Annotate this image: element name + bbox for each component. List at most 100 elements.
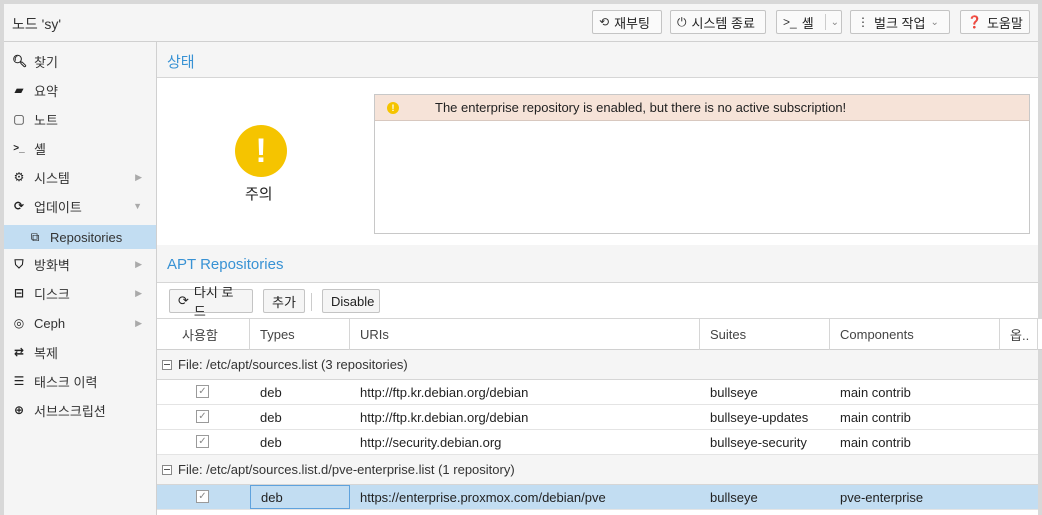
reload-button[interactable]: ⟳ 다시 로드 (169, 285, 253, 319)
collapse-icon[interactable] (162, 464, 172, 475)
main-content: 상태 ! 주의 ! The enterprise repository is e… (157, 42, 1042, 515)
refresh-icon: ⟳ (13, 199, 25, 213)
sidebar-item-ceph[interactable]: ◎ Ceph ▶ (4, 311, 156, 335)
chevron-right-icon: ▶ (135, 171, 142, 182)
sidebar-item-notes[interactable]: ▢ 노트 (4, 107, 156, 131)
shutdown-label: 시스템 종료 (691, 15, 755, 31)
sidebar-item-replication[interactable]: ⇄ 복제 (4, 340, 156, 364)
group-header[interactable]: File: /etc/apt/sources.list.d/pve-enterp… (157, 455, 1038, 485)
retweet-icon: ⇄ (13, 345, 25, 359)
sidebar-item-firewall[interactable]: ⛉ 방화벽 ▶ (4, 252, 156, 276)
hdd-icon: ⊟ (13, 286, 25, 300)
suite-cell: bullseye (710, 489, 758, 505)
reboot-button[interactable]: ⟲ 재부팅 (592, 10, 662, 34)
alert-row[interactable]: ! The enterprise repository is enabled, … (375, 95, 1029, 121)
sidebar-item-disks[interactable]: ⊟ 디스크 ▶ (4, 281, 156, 305)
checkbox-icon[interactable]: ✓ (196, 435, 209, 448)
alert-text: The enterprise repository is enabled, bu… (435, 100, 847, 115)
column-uris[interactable]: URIs (350, 319, 700, 350)
sidebar-item-label: 업데이트 (34, 199, 82, 215)
group-title: File: /etc/apt/sources.list.d/pve-enterp… (178, 462, 515, 477)
components-cell: pve-enterprise (840, 489, 924, 505)
shell-button[interactable]: >_ 셸 ⌄ (776, 10, 842, 34)
table-row[interactable]: ✓ deb http://security.debian.org bullsey… (157, 430, 1038, 455)
checkbox-icon[interactable]: ✓ (196, 490, 209, 503)
chevron-down-icon[interactable]: ⌄ (831, 17, 839, 28)
reload-label: 다시 로드 (193, 285, 234, 319)
help-label: 도움말 (986, 15, 1023, 31)
sidebar-item-shell[interactable]: >_ 셸 (4, 136, 156, 160)
search-icon: 🔍︎ (12, 54, 28, 68)
checkbox-icon[interactable]: ✓ (196, 410, 209, 423)
sidebar-item-label: Ceph (34, 315, 66, 331)
type-cell: deb (260, 409, 282, 425)
power-icon: ⏻ (677, 14, 687, 29)
sidebar-item-summary[interactable]: ▰ 요약 (4, 78, 156, 102)
chevron-right-icon: ▶ (135, 258, 142, 269)
sidebar-item-updates[interactable]: ⟳ 업데이트 ▼ (4, 194, 156, 218)
window-frame: 노드 'sy' ⟲ 재부팅 ⏻ 시스템 종료 >_ 셸 ⌄ ⋮ 벌크 작업 ⌄ … (0, 0, 1042, 515)
sidebar-item-label: 셸 (34, 141, 46, 157)
uri-cell: https://enterprise.proxmox.com/debian/pv… (360, 489, 606, 505)
add-button[interactable]: 추가 (263, 289, 305, 313)
sidebar-item-search[interactable]: 🔍︎ 찾기 (4, 49, 156, 73)
sidebar-item-task-history[interactable]: ☰ 태스크 이력 (4, 369, 156, 393)
warning-icon: ! (235, 125, 287, 177)
disable-button[interactable]: Disable (322, 289, 380, 313)
column-enabled[interactable]: 사용함 (157, 319, 250, 350)
type-cell: deb (260, 434, 282, 450)
table-row[interactable]: ✓ deb https://enterprise.proxmox.com/deb… (157, 485, 1038, 510)
sidebar-item-subscription[interactable]: ⊕ 서브스크립션 (4, 398, 156, 422)
table-row[interactable]: ✓ deb http://ftp.kr.debian.org/debian bu… (157, 405, 1038, 430)
apt-panel-title: APT Repositories (157, 245, 1038, 283)
support-icon: ⊕ (13, 403, 25, 417)
status-panel: ! 주의 ! The enterprise repository is enab… (157, 79, 1038, 245)
components-cell: main contrib (840, 434, 911, 450)
sidebar-item-label: 노트 (34, 112, 58, 128)
chevron-down-icon: ▼ (133, 201, 142, 211)
terminal-icon: >_ (783, 15, 797, 29)
add-label: 추가 (272, 294, 296, 310)
files-icon: ⧉ (30, 229, 40, 244)
node-sidebar: 🔍︎ 찾기 ▰ 요약 ▢ 노트 >_ 셸 ⚙ 시스템 ▶ ⟳ 업데이트 ▼ ⧉ … (4, 42, 157, 515)
terminal-icon: >_ (13, 142, 25, 154)
sidebar-item-label: 복제 (34, 345, 58, 361)
shutdown-button[interactable]: ⏻ 시스템 종료 (670, 10, 766, 34)
column-options[interactable]: 옵.. (1000, 319, 1038, 350)
type-cell: deb (250, 485, 350, 509)
sidebar-item-label: Repositories (50, 229, 123, 245)
chevron-down-icon: ⌄ (930, 16, 939, 28)
node-toolbar: 노드 'sy' ⟲ 재부팅 ⏻ 시스템 종료 >_ 셸 ⌄ ⋮ 벌크 작업 ⌄ … (4, 4, 1038, 42)
column-suites[interactable]: Suites (700, 319, 830, 350)
sidebar-item-label: 서브스크립션 (34, 403, 106, 419)
group-header[interactable]: File: /etc/apt/sources.list (3 repositor… (157, 350, 1038, 380)
column-types[interactable]: Types (250, 319, 350, 350)
node-title: 노드 'sy' (12, 16, 61, 32)
bulk-actions-label: 벌크 작업 (874, 15, 926, 31)
chevron-right-icon: ▶ (135, 317, 142, 328)
ellipsis-vertical-icon: ⋮ (857, 15, 869, 29)
alert-list: ! The enterprise repository is enabled, … (374, 94, 1030, 234)
undo-icon: ⟲ (599, 15, 610, 29)
collapse-icon[interactable] (162, 359, 172, 370)
table-row[interactable]: ✓ deb http://ftp.kr.debian.org/debian bu… (157, 380, 1038, 405)
reboot-label: 재부팅 (614, 15, 650, 31)
group-title: File: /etc/apt/sources.list (3 repositor… (178, 357, 408, 372)
sidebar-item-label: 디스크 (34, 286, 70, 302)
apt-toolbar: ⟳ 다시 로드 추가 Disable (157, 283, 1038, 319)
sidebar-item-system[interactable]: ⚙ 시스템 ▶ (4, 165, 156, 189)
bulk-actions-button[interactable]: ⋮ 벌크 작업 ⌄ (850, 10, 950, 34)
shell-label: 셸 (801, 15, 814, 31)
warning-icon: ! (387, 101, 399, 114)
checkbox-icon[interactable]: ✓ (196, 385, 209, 398)
uri-cell: http://security.debian.org (360, 434, 502, 450)
sidebar-item-repositories[interactable]: ⧉ Repositories (4, 225, 156, 249)
refresh-icon: ⟳ (178, 293, 189, 308)
uri-cell: http://ftp.kr.debian.org/debian (360, 409, 529, 425)
book-icon: ▰ (14, 83, 24, 97)
toolbar-separator (311, 293, 312, 311)
help-button[interactable]: ❓ 도움말 (960, 10, 1030, 34)
note-icon: ▢ (13, 112, 25, 126)
column-components[interactable]: Components (830, 319, 1000, 350)
sidebar-item-label: 방화벽 (34, 257, 70, 273)
